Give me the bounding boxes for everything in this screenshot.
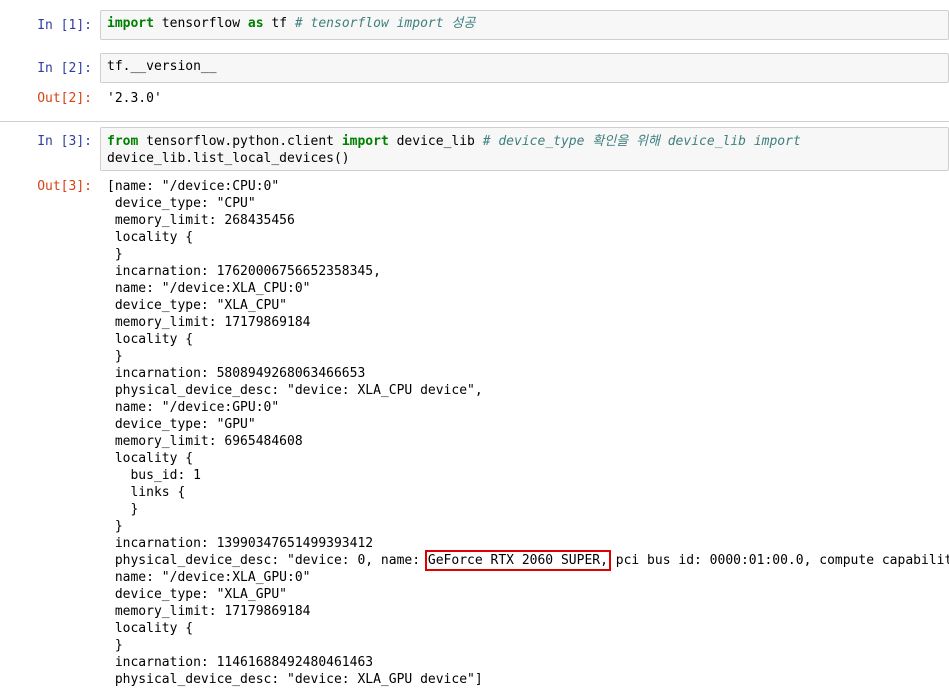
code-comment: # tensorflow import 성공 xyxy=(294,16,476,31)
output-line: incarnation: 13990347651499393412 xyxy=(107,536,374,551)
output-line: name: "/device:GPU:0" xyxy=(107,400,280,415)
input-prompt: In [3]: xyxy=(37,134,92,149)
output-line: } xyxy=(107,502,139,517)
gpu-name-highlight: GeForce RTX 2060 SUPER, xyxy=(424,550,611,571)
code-line[interactable]: tf.__version__ xyxy=(107,58,942,75)
gpu-desc-suffix: pci bus id: 0000:01:00.0, compute capabi… xyxy=(615,553,949,568)
code-input[interactable]: tf.__version__ xyxy=(100,53,949,83)
output-line: memory_limit: 268435456 xyxy=(107,213,295,228)
code-line[interactable]: device_lib.list_local_devices() xyxy=(107,150,942,167)
output-line: memory_limit: 6965484608 xyxy=(107,434,303,449)
cell-divider xyxy=(0,121,949,122)
code-comment: # device_type 확인을 위해 device_lib import xyxy=(482,134,801,149)
output-line: device_type: "GPU" xyxy=(107,417,256,432)
cell-output: '2.3.0' xyxy=(107,90,949,107)
output-line: } xyxy=(107,247,123,262)
code-cell-3[interactable]: In [3]: from tensorflow.python.client im… xyxy=(0,127,949,694)
output-line: } xyxy=(107,349,123,364)
code-cell-2[interactable]: In [2]: tf.__version__ Out[2]: '2.3.0' xyxy=(0,53,949,113)
output-line: name: "/device:XLA_GPU:0" xyxy=(107,570,311,585)
code-text: tf.__version__ xyxy=(107,59,217,74)
output-prompt: Out[3]: xyxy=(37,179,92,194)
code-line[interactable]: from tensorflow.python.client import dev… xyxy=(107,133,942,150)
output-line: } xyxy=(107,519,123,534)
output-line: } xyxy=(107,638,123,653)
code-input[interactable]: import tensorflow as tf # tensorflow imp… xyxy=(100,10,949,40)
code-keyword: import xyxy=(107,16,154,31)
output-line: incarnation: 11461688492480461463 xyxy=(107,655,374,670)
output-line: device_type: "XLA_GPU" xyxy=(107,587,288,602)
code-keyword: import xyxy=(341,134,389,149)
code-keyword: from xyxy=(107,134,139,149)
code-line[interactable]: import tensorflow as tf # tensorflow imp… xyxy=(107,15,942,32)
output-line: incarnation: 5808949268063466653 xyxy=(107,366,366,381)
output-line: memory_limit: 17179869184 xyxy=(107,315,311,330)
output-line: bus_id: 1 xyxy=(107,468,201,483)
gpu-desc-prefix: physical_device_desc: "device: 0, name: xyxy=(107,553,428,568)
code-text: tensorflow.python.client xyxy=(138,134,342,149)
output-line: locality { xyxy=(107,332,194,347)
output-line: incarnation: 17620006756652358345, xyxy=(107,264,381,279)
code-text: device_lib.list_local_devices() xyxy=(107,151,350,166)
code-text: tensorflow xyxy=(153,16,248,31)
code-cell-1[interactable]: In [1]: import tensorflow as tf # tensor… xyxy=(0,10,949,40)
output-line: name: "/device:XLA_CPU:0" xyxy=(107,281,311,296)
input-prompt: In [2]: xyxy=(37,61,92,76)
code-keyword: as xyxy=(247,16,264,31)
cell-output: [name: "/device:CPU:0" device_type: "CPU… xyxy=(107,178,949,688)
code-text: tf xyxy=(263,16,295,31)
output-line: physical_device_desc: "device: 0, name: … xyxy=(107,550,949,571)
output-line: memory_limit: 17179869184 xyxy=(107,604,311,619)
output-line: locality { xyxy=(107,451,194,466)
output-line: device_type: "CPU" xyxy=(107,196,256,211)
output-line: physical_device_desc: "device: XLA_GPU d… xyxy=(107,672,483,687)
output-line: locality { xyxy=(107,621,194,636)
output-line: physical_device_desc: "device: XLA_CPU d… xyxy=(107,383,483,398)
code-input[interactable]: from tensorflow.python.client import dev… xyxy=(100,127,949,171)
code-text: device_lib xyxy=(388,134,483,149)
output-line: device_type: "XLA_CPU" xyxy=(107,298,288,313)
output-line: '2.3.0' xyxy=(107,91,162,106)
input-prompt: In [1]: xyxy=(37,18,92,33)
output-line: links { xyxy=(107,485,186,500)
output-line: locality { xyxy=(107,230,194,245)
output-line: [name: "/device:CPU:0" xyxy=(107,179,280,194)
output-prompt: Out[2]: xyxy=(37,91,92,106)
